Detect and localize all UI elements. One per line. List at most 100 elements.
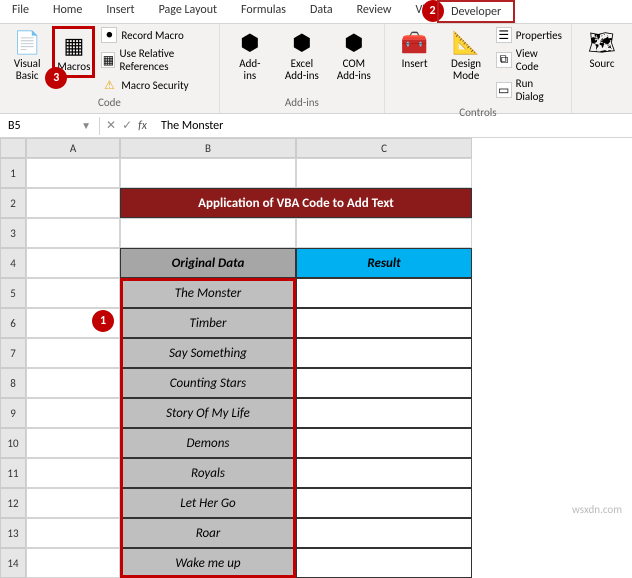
worksheet: 1 2 3 4 5 6 7 8 9 10 11 12 13 14 A B C A…	[0, 138, 632, 578]
tab-review[interactable]: Review	[345, 0, 404, 23]
visual-basic-icon: 📄	[13, 28, 41, 56]
result-cell[interactable]	[296, 518, 472, 548]
row-header[interactable]: 9	[0, 398, 26, 428]
tab-formulas[interactable]: Formulas	[229, 0, 298, 23]
tab-developer[interactable]: Developer	[437, 0, 515, 23]
data-cell[interactable]: Story Of My Life	[120, 398, 296, 428]
row-header[interactable]: 11	[0, 458, 26, 488]
col-header-C[interactable]: C	[296, 138, 472, 158]
cell[interactable]	[26, 488, 120, 518]
cell[interactable]	[26, 278, 120, 308]
use-relative-refs-button[interactable]: ▦Use Relative References	[99, 46, 212, 74]
tab-insert[interactable]: Insert	[94, 0, 146, 23]
col-header-B[interactable]: B	[120, 138, 296, 158]
name-box-dropdown-icon[interactable]: ▼	[81, 119, 91, 132]
cell[interactable]	[26, 458, 120, 488]
cell[interactable]	[26, 368, 120, 398]
tab-data[interactable]: Data	[298, 0, 345, 23]
tab-view-partial[interactable]: Vi 2	[404, 0, 438, 23]
row-header[interactable]: 14	[0, 548, 26, 578]
properties-label: Properties	[516, 29, 562, 42]
name-box[interactable]: B5 ▼	[0, 117, 100, 135]
result-cell[interactable]	[296, 368, 472, 398]
excel-addins-button[interactable]: ⬢Excel Add-ins	[278, 26, 326, 84]
row-header[interactable]: 10	[0, 428, 26, 458]
record-macro-label: Record Macro	[121, 29, 183, 42]
row-header[interactable]: 12	[0, 488, 26, 518]
record-macro-button[interactable]: ●Record Macro	[99, 26, 212, 44]
excel-addins-icon: ⬢	[288, 28, 316, 56]
macros-button[interactable]: ▦ Macros 3	[52, 26, 95, 78]
row-header[interactable]: 5	[0, 278, 26, 308]
row-header[interactable]: 2	[0, 188, 26, 218]
header-result[interactable]: Result	[296, 248, 472, 278]
cell[interactable]	[26, 158, 120, 188]
col-header-A[interactable]: A	[26, 138, 120, 158]
visual-basic-button[interactable]: 📄 Visual Basic	[6, 26, 48, 84]
tab-page-layout[interactable]: Page Layout	[147, 0, 229, 23]
relative-refs-icon: ▦	[101, 52, 115, 68]
addins-button[interactable]: ⬢Add- ins	[226, 26, 274, 84]
data-cell[interactable]: Demons	[120, 428, 296, 458]
com-addins-label: COM Add-ins	[337, 58, 371, 82]
result-cell[interactable]	[296, 338, 472, 368]
cell[interactable]	[26, 398, 120, 428]
cell[interactable]	[26, 518, 120, 548]
cell[interactable]	[26, 338, 120, 368]
com-addins-button[interactable]: ⬢COM Add-ins	[330, 26, 378, 84]
cell[interactable]	[26, 548, 120, 578]
result-cell[interactable]	[296, 428, 472, 458]
cell[interactable]	[296, 158, 472, 188]
cell[interactable]	[26, 218, 120, 248]
properties-button[interactable]: ☰ Properties	[494, 26, 565, 44]
row-header[interactable]: 1	[0, 158, 26, 188]
result-cell[interactable]	[296, 488, 472, 518]
data-cell[interactable]: Wake me up	[120, 548, 296, 578]
cell[interactable]	[120, 218, 296, 248]
run-dialog-button[interactable]: ▭Run Dialog	[494, 76, 565, 104]
result-cell[interactable]	[296, 458, 472, 488]
enter-formula-icon[interactable]: ✓	[122, 118, 132, 133]
row-header[interactable]: 3	[0, 218, 26, 248]
result-cell[interactable]	[296, 308, 472, 338]
design-mode-button[interactable]: 📐Design Mode	[442, 26, 489, 84]
data-cell[interactable]: Counting Stars	[120, 368, 296, 398]
row-header[interactable]: 4	[0, 248, 26, 278]
addins-label: Add- ins	[239, 58, 260, 82]
title-cell[interactable]: Application of VBA Code to Add Text	[120, 188, 472, 218]
data-cell[interactable]: Say Something	[120, 338, 296, 368]
row-header[interactable]: 13	[0, 518, 26, 548]
view-code-icon: ⧉	[496, 52, 512, 68]
tab-file[interactable]: File	[0, 0, 41, 23]
result-cell[interactable]	[296, 548, 472, 578]
cell[interactable]	[26, 248, 120, 278]
row-header[interactable]: 8	[0, 368, 26, 398]
callout-1: 1	[92, 310, 114, 332]
properties-icon: ☰	[496, 27, 512, 43]
data-cell[interactable]: Timber	[120, 308, 296, 338]
data-cell[interactable]: Let Her Go	[120, 488, 296, 518]
source-button[interactable]: 🗺Sourc	[578, 26, 626, 72]
row-header[interactable]: 6	[0, 308, 26, 338]
data-cell[interactable]: Royals	[120, 458, 296, 488]
tab-home[interactable]: Home	[41, 0, 94, 23]
formula-bar[interactable]: The Monster	[153, 117, 632, 135]
cell[interactable]	[296, 218, 472, 248]
fx-icon[interactable]: fx	[138, 119, 147, 133]
cancel-formula-icon[interactable]: ✕	[106, 118, 116, 133]
row-header[interactable]: 7	[0, 338, 26, 368]
view-code-button[interactable]: ⧉View Code	[494, 46, 565, 74]
result-cell[interactable]	[296, 398, 472, 428]
select-all-corner[interactable]	[0, 138, 26, 158]
cell[interactable]	[26, 188, 120, 218]
addins-group-label: Add-ins	[226, 94, 378, 111]
data-cell[interactable]: Roar	[120, 518, 296, 548]
result-cell[interactable]	[296, 278, 472, 308]
name-box-value: B5	[8, 119, 21, 133]
insert-control-button[interactable]: 🧰Insert	[391, 26, 438, 72]
data-cell[interactable]: The Monster	[120, 278, 296, 308]
macro-security-button[interactable]: ⚠Macro Security	[99, 76, 212, 94]
header-original-data[interactable]: Original Data	[120, 248, 296, 278]
cell[interactable]	[120, 158, 296, 188]
cell[interactable]	[26, 428, 120, 458]
